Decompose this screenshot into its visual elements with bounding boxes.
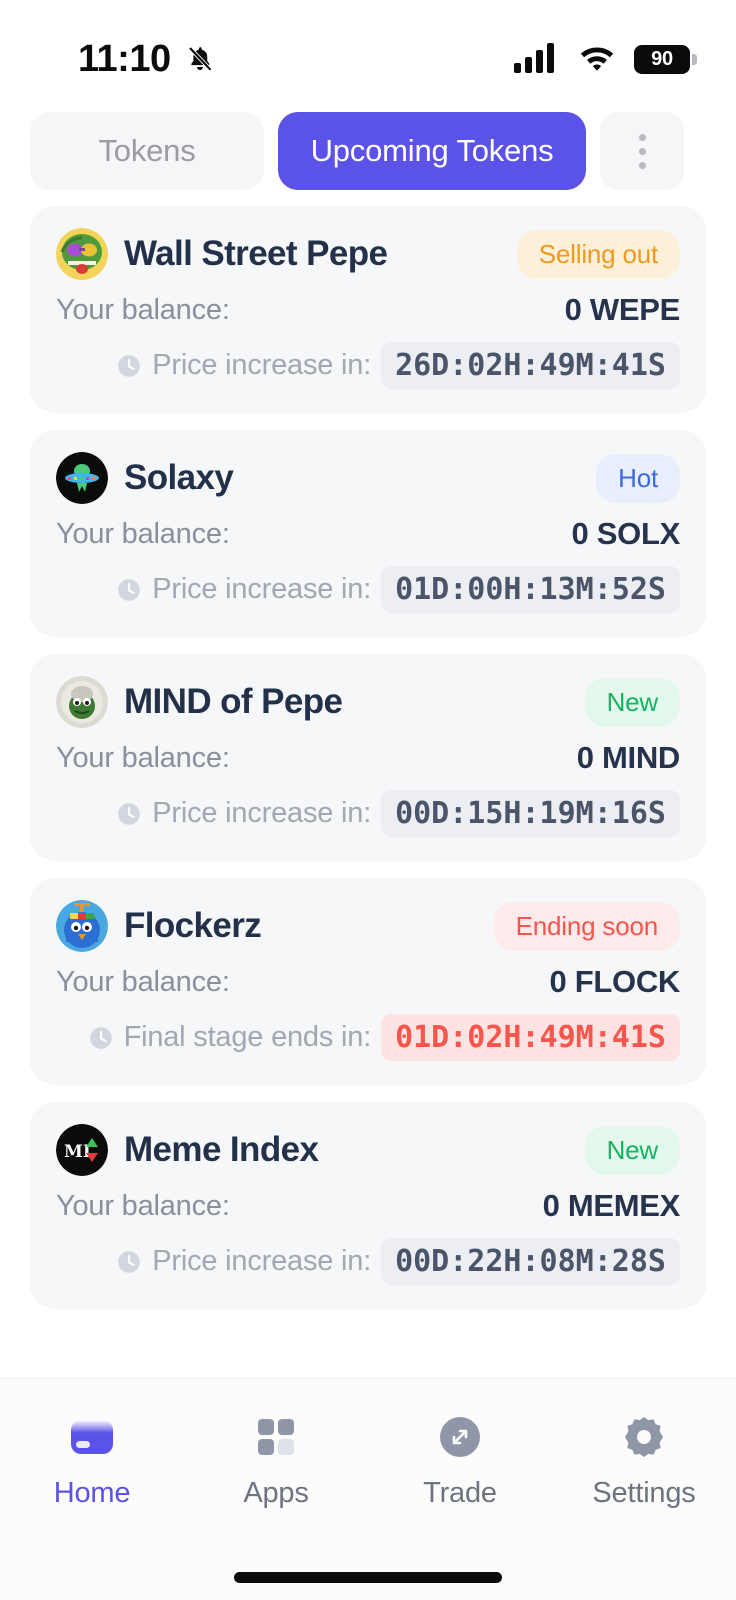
balance-label: Your balance:	[56, 293, 230, 326]
balance-row: Your balance: 0 FLOCK	[56, 964, 680, 1000]
status-badge: New	[584, 677, 680, 727]
countdown-timer: 01D:00H:13M:52S	[381, 566, 680, 613]
status-bar-clock: 11:10	[78, 37, 171, 80]
gear-icon	[616, 1409, 672, 1465]
token-name: MIND of Pepe	[124, 682, 343, 721]
timer-row: Final stage ends in: 01D:02H:49M:41S	[56, 1014, 680, 1061]
svg-text:MI: MI	[64, 1142, 91, 1162]
countdown-timer: 01D:02H:49M:41S	[381, 1014, 680, 1061]
solaxy-avatar	[56, 452, 108, 504]
balance-label: Your balance:	[56, 1189, 230, 1222]
expand-arrows-icon	[432, 1409, 488, 1465]
timer-label: Price increase in:	[152, 349, 372, 381]
timer-label-group: Price increase in:	[116, 349, 371, 382]
nav-label-settings: Settings	[592, 1477, 696, 1509]
balance-value: 0 MEMEX	[542, 1188, 681, 1223]
nav-item-settings[interactable]: Settings	[552, 1409, 736, 1510]
status-bar: 11:10 90	[0, 0, 736, 100]
timer-label: Price increase in:	[152, 797, 372, 829]
token-card[interactable]: Solaxy Hot Your balance: 0 SOLX Price in…	[30, 430, 706, 637]
nav-item-apps[interactable]: Apps	[184, 1409, 368, 1510]
balance-row: Your balance: 0 SOLX	[56, 516, 680, 552]
token-name: Wall Street Pepe	[124, 234, 388, 273]
nav-label-trade: Trade	[423, 1477, 497, 1509]
balance-label: Your balance:	[56, 965, 230, 998]
token-name: Flockerz	[124, 906, 262, 945]
dot-icon	[638, 147, 646, 155]
token-card[interactable]: Flockerz Ending soon Your balance: 0 FLO…	[30, 878, 706, 1085]
app-screen: 11:10 90 Tokens Upcoming Tokens Wall Str…	[0, 0, 736, 1600]
clock-icon	[118, 578, 141, 601]
balance-value: 0 MIND	[576, 740, 681, 775]
tab-tokens[interactable]: Tokens	[30, 112, 264, 190]
bottom-navigation-bar: Home Apps Trade Settings	[0, 1378, 736, 1600]
balance-row: Your balance: 0 MIND	[56, 740, 680, 776]
wifi-icon	[576, 41, 618, 78]
more-options-button[interactable]	[600, 112, 684, 190]
token-card-header: Flockerz Ending soon	[56, 900, 680, 952]
home-indicator-bar	[234, 1571, 502, 1583]
battery-icon: 90	[634, 44, 697, 74]
timer-row: Price increase in: 01D:00H:13M:52S	[56, 566, 680, 613]
dot-icon	[638, 161, 646, 169]
status-bar-left: 11:10	[78, 38, 215, 81]
meme-index-avatar: MI	[56, 1124, 108, 1176]
wallet-icon	[64, 1409, 120, 1465]
clock-icon	[118, 1250, 141, 1273]
status-badge: New	[584, 1125, 680, 1175]
status-badge: Ending soon	[493, 901, 680, 951]
balance-row: Your balance: 0 WEPE	[56, 292, 680, 328]
token-name: Meme Index	[124, 1130, 319, 1169]
token-card-header: MI Meme Index New	[56, 1124, 680, 1176]
timer-row: Price increase in: 00D:15H:19M:16S	[56, 790, 680, 837]
balance-value: 0 FLOCK	[549, 964, 680, 999]
home-indicator	[0, 1554, 736, 1600]
bell-muted-icon	[185, 44, 215, 74]
cellular-signal-icon	[514, 41, 560, 78]
timer-label: Final stage ends in:	[123, 1021, 372, 1053]
tab-bar: Tokens Upcoming Tokens	[0, 100, 736, 206]
timer-label: Price increase in:	[152, 1245, 372, 1277]
timer-row: Price increase in: 00D:22H:08M:28S	[56, 1238, 680, 1285]
grid-icon	[248, 1409, 304, 1465]
bottom-nav-items: Home Apps Trade Settings	[0, 1379, 736, 1554]
nav-label-apps: Apps	[243, 1477, 309, 1509]
token-card[interactable]: MI Meme Index New Your balance: 0 MEMEX	[30, 1102, 706, 1309]
clock-icon	[118, 802, 141, 825]
token-card-header: MIND of Pepe New	[56, 676, 680, 728]
token-card-header: Solaxy Hot	[56, 452, 680, 504]
balance-label: Your balance:	[56, 517, 230, 550]
mind-of-pepe-avatar	[56, 676, 108, 728]
status-badge: Selling out	[516, 229, 680, 279]
clock-icon	[118, 354, 141, 377]
tab-upcoming-tokens[interactable]: Upcoming Tokens	[278, 112, 586, 190]
balance-label: Your balance:	[56, 741, 230, 774]
timer-label: Price increase in:	[152, 573, 372, 605]
token-card-header: Wall Street Pepe Selling out	[56, 228, 680, 280]
nav-item-trade[interactable]: Trade	[368, 1409, 552, 1510]
clock-icon	[89, 1026, 112, 1049]
balance-value: 0 WEPE	[564, 292, 681, 327]
token-card[interactable]: Wall Street Pepe Selling out Your balanc…	[30, 206, 706, 413]
status-badge: Hot	[596, 453, 680, 503]
token-name: Solaxy	[124, 458, 234, 497]
timer-label-group: Price increase in:	[116, 573, 371, 606]
countdown-timer: 26D:02H:49M:41S	[381, 342, 680, 389]
flockerz-avatar	[56, 900, 108, 952]
balance-value: 0 SOLX	[571, 516, 681, 551]
wall-street-pepe-avatar	[56, 228, 108, 280]
countdown-timer: 00D:15H:19M:16S	[381, 790, 680, 837]
battery-level: 90	[651, 47, 673, 70]
dot-icon	[638, 133, 646, 141]
status-bar-right: 90	[514, 41, 697, 78]
nav-item-home[interactable]: Home	[0, 1409, 184, 1510]
timer-label-group: Price increase in:	[116, 797, 371, 830]
timer-label-group: Price increase in:	[116, 1245, 371, 1278]
timer-row: Price increase in: 26D:02H:49M:41S	[56, 342, 680, 389]
token-card[interactable]: MIND of Pepe New Your balance: 0 MIND Pr…	[30, 654, 706, 861]
balance-row: Your balance: 0 MEMEX	[56, 1188, 680, 1224]
countdown-timer: 00D:22H:08M:28S	[381, 1238, 680, 1285]
nav-label-home: Home	[53, 1477, 131, 1509]
timer-label-group: Final stage ends in:	[88, 1021, 372, 1054]
